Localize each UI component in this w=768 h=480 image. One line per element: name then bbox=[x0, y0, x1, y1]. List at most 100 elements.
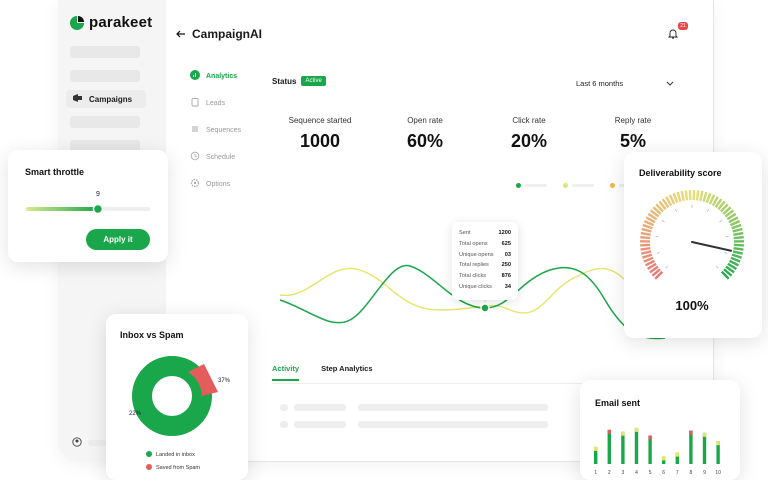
chart-tooltip: Sent 1200 Total opens 625 Unique opens 03 T… bbox=[452, 222, 518, 300]
status-label: Status bbox=[272, 76, 297, 86]
legend-inbox-dot bbox=[146, 451, 152, 457]
user-icon bbox=[72, 434, 82, 452]
stat-label: Sequence started bbox=[288, 116, 352, 125]
throttle-slider[interactable]: 9 bbox=[22, 186, 154, 220]
card-title: Smart throttle bbox=[25, 167, 85, 177]
spam-percent-label: 37% bbox=[218, 378, 231, 384]
gauge-segment bbox=[695, 190, 700, 201]
bell-icon[interactable] bbox=[667, 26, 679, 44]
gauge-segment bbox=[733, 235, 744, 240]
tooltip-row: Total replies 250 bbox=[459, 262, 511, 269]
subnav-item-options[interactable]: Options bbox=[190, 178, 230, 190]
row-placeholder bbox=[294, 421, 346, 428]
subnav-item-analytics[interactable]: Analytics bbox=[190, 70, 237, 82]
gauge-segment bbox=[641, 227, 652, 233]
gauge-segment bbox=[640, 246, 651, 251]
bar-category-label: 7 bbox=[676, 470, 679, 476]
gauge-segment bbox=[731, 223, 742, 230]
back-arrow-icon[interactable] bbox=[176, 25, 186, 43]
sidebar-item-campaigns[interactable]: Campaigns bbox=[66, 90, 146, 108]
tooltip-row: Sent 1200 bbox=[459, 230, 511, 236]
deliverability-gauge: 100% bbox=[639, 189, 745, 310]
stat-label: Reply rate bbox=[614, 116, 652, 125]
gauge-segment bbox=[642, 223, 653, 230]
card-title: Email sent bbox=[595, 398, 641, 408]
stat-reply-rate: Reply rate 5% bbox=[598, 116, 668, 152]
apply-button[interactable]: Apply it bbox=[86, 229, 150, 250]
bar-cap bbox=[716, 441, 720, 446]
slider-fill bbox=[26, 207, 98, 211]
sidebar-item-placeholder[interactable] bbox=[70, 46, 140, 58]
subnav-label: Sequences bbox=[206, 126, 242, 134]
stat-label: Open rate bbox=[407, 116, 443, 125]
gauge-tick bbox=[665, 265, 669, 269]
bar-cap bbox=[662, 456, 666, 461]
clock-icon bbox=[190, 151, 200, 163]
sidebar-item-label: Campaigns bbox=[89, 94, 133, 104]
header: CampaignAI bbox=[176, 25, 262, 43]
gauge-segment bbox=[705, 192, 712, 204]
bar bbox=[621, 431, 625, 464]
sidebar-item-placeholder[interactable] bbox=[70, 116, 140, 128]
parakeet-logo-icon bbox=[70, 15, 84, 30]
gauge-needle bbox=[691, 241, 733, 252]
subnav-item-sequences[interactable]: Sequences bbox=[190, 124, 241, 136]
stat-click-rate: Click rate 20% bbox=[494, 116, 564, 152]
gauge-segment bbox=[684, 190, 689, 201]
card-title: Inbox vs Spam bbox=[120, 330, 184, 340]
subnav-item-schedule[interactable]: Schedule bbox=[190, 151, 235, 163]
row-checkbox-placeholder[interactable] bbox=[280, 421, 288, 428]
bar-category-label: 10 bbox=[715, 470, 721, 476]
tab-activity[interactable]: Activity bbox=[272, 364, 300, 381]
sidebar-item-placeholder[interactable] bbox=[70, 70, 140, 82]
subnav-label: Analytics bbox=[206, 72, 238, 80]
gauge-segment bbox=[680, 190, 685, 202]
bar-cap bbox=[607, 429, 611, 434]
date-range-value: Last 6 months bbox=[576, 78, 624, 88]
tab-bar: Activity Step Analytics bbox=[272, 364, 373, 381]
stat-value: 5% bbox=[619, 131, 646, 151]
subnav-item-leads[interactable]: Leads bbox=[190, 97, 225, 109]
gauge-segment bbox=[640, 235, 651, 240]
gauge-segment bbox=[672, 192, 679, 204]
gauge-segment bbox=[641, 250, 652, 255]
stat-value: 1000 bbox=[299, 131, 341, 151]
tab-step-analytics[interactable]: Step Analytics bbox=[321, 364, 372, 381]
gauge-segment bbox=[699, 190, 704, 202]
bar-cap bbox=[621, 431, 625, 436]
chart-legend bbox=[516, 183, 641, 188]
gauge-tick bbox=[661, 219, 665, 223]
bar-chart-icon bbox=[190, 70, 200, 82]
gauge-segment bbox=[733, 243, 744, 247]
clipboard-icon bbox=[190, 97, 200, 109]
bar-category-label: 6 bbox=[662, 470, 665, 476]
inbox-percent-label: 22% bbox=[129, 411, 142, 417]
gauge-segment bbox=[732, 227, 743, 233]
legend-item[interactable] bbox=[516, 183, 547, 188]
notification-badge: 21 bbox=[678, 22, 688, 30]
bar-cap bbox=[689, 430, 693, 435]
subnav-label: Schedule bbox=[206, 153, 236, 161]
date-range-select[interactable]: Last 6 months bbox=[570, 74, 680, 92]
bar-category-label: 4 bbox=[635, 470, 638, 476]
bar-category-label: 1 bbox=[594, 470, 597, 476]
brand-logo[interactable]: parakeet bbox=[70, 14, 152, 31]
legend-item[interactable] bbox=[563, 183, 594, 188]
bar bbox=[607, 429, 611, 464]
bar-cap bbox=[702, 432, 707, 437]
gauge-segment bbox=[732, 250, 743, 255]
megaphone-icon bbox=[72, 93, 84, 105]
gauge-segment bbox=[676, 191, 682, 202]
tooltip-row: Unique clicks 34 bbox=[459, 283, 511, 290]
legend-inbox-label: Landed in inbox bbox=[156, 452, 195, 458]
email-sent-bar-chart: 1 2 3 4 5 6 7 8 9 10 bbox=[594, 427, 721, 476]
row-checkbox-placeholder[interactable] bbox=[280, 404, 288, 411]
page-title: CampaignAI bbox=[192, 27, 263, 41]
bar-category-label: 5 bbox=[649, 470, 652, 476]
status-badge: Active bbox=[301, 76, 326, 86]
tooltip-row: Total clicks 876 bbox=[459, 273, 511, 280]
brand-name: parakeet bbox=[89, 14, 153, 31]
status-row: Status Active bbox=[272, 76, 326, 86]
card-title: Deliverability score bbox=[639, 168, 722, 178]
gauge-segment bbox=[702, 191, 708, 202]
